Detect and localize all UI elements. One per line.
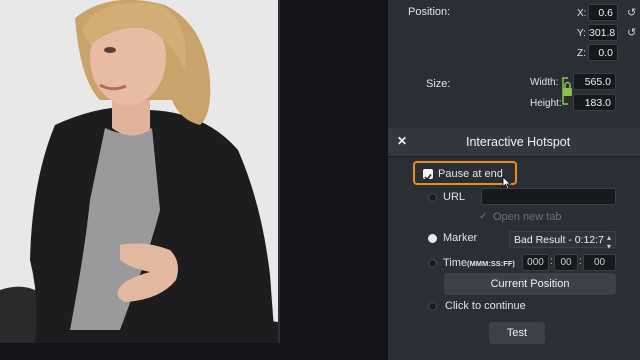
video-frame — [0, 0, 278, 343]
height-field[interactable]: 183.0 — [573, 94, 616, 111]
marker-radio[interactable] — [428, 234, 437, 243]
canvas-area — [0, 0, 388, 360]
y-label: Y: — [577, 28, 586, 39]
y-field[interactable]: 301.8 — [588, 24, 618, 41]
width-label: Width: — [530, 77, 559, 88]
position-label: Position: — [408, 6, 451, 18]
time-format-label: (MMM:SS:FF) — [467, 259, 515, 268]
hotspot-header: ✕ Interactive Hotspot — [388, 128, 640, 157]
url-label: URL — [443, 191, 466, 203]
click-to-continue-label: Click to continue — [445, 300, 526, 312]
time-frames-field[interactable]: 00 — [583, 254, 616, 271]
open-new-tab-label: Open new tab — [493, 211, 562, 223]
url-radio[interactable] — [428, 193, 437, 202]
hotspot-title: Interactive Hotspot — [466, 135, 571, 149]
time-radio[interactable] — [428, 259, 437, 268]
current-position-button[interactable]: Current Position — [444, 273, 616, 295]
close-icon[interactable]: ✕ — [397, 134, 407, 148]
time-label: Time — [443, 257, 468, 269]
canvas-boundary — [278, 0, 280, 343]
checkbox-checked-icon[interactable] — [423, 169, 433, 181]
marker-label: Marker — [443, 232, 478, 244]
time-seconds-field[interactable]: 00 — [554, 254, 578, 271]
time-separator: : — [550, 256, 553, 267]
reset-icon[interactable]: ↺ — [627, 26, 636, 39]
marker-dropdown[interactable]: Bad Result - 0:12:7 ▴ ▾ — [509, 231, 616, 251]
url-input[interactable] — [481, 188, 616, 205]
dropdown-icon: ▴ ▾ — [606, 233, 611, 251]
marker-selected: Bad Result - 0:12:7 — [514, 234, 604, 246]
reset-icon[interactable]: ↺ — [627, 6, 636, 19]
height-label: Height: — [530, 98, 562, 109]
click-to-continue-radio[interactable] — [428, 302, 437, 311]
z-field[interactable]: 0.0 — [588, 44, 618, 61]
width-field[interactable]: 565.0 — [573, 73, 616, 90]
presenter-image — [0, 0, 278, 343]
test-button[interactable]: Test — [489, 322, 545, 344]
z-label: Z: — [577, 48, 586, 59]
time-minutes-field[interactable]: 000 — [522, 254, 549, 271]
lock-icon[interactable] — [560, 76, 574, 106]
open-new-tab-check-icon: ✓ — [479, 211, 488, 222]
size-label: Size: — [426, 78, 451, 90]
x-field[interactable]: 0.6 — [588, 4, 618, 21]
x-label: X: — [577, 8, 587, 19]
pause-at-end-label[interactable]: Pause at end — [438, 168, 503, 180]
time-separator: : — [579, 256, 582, 267]
